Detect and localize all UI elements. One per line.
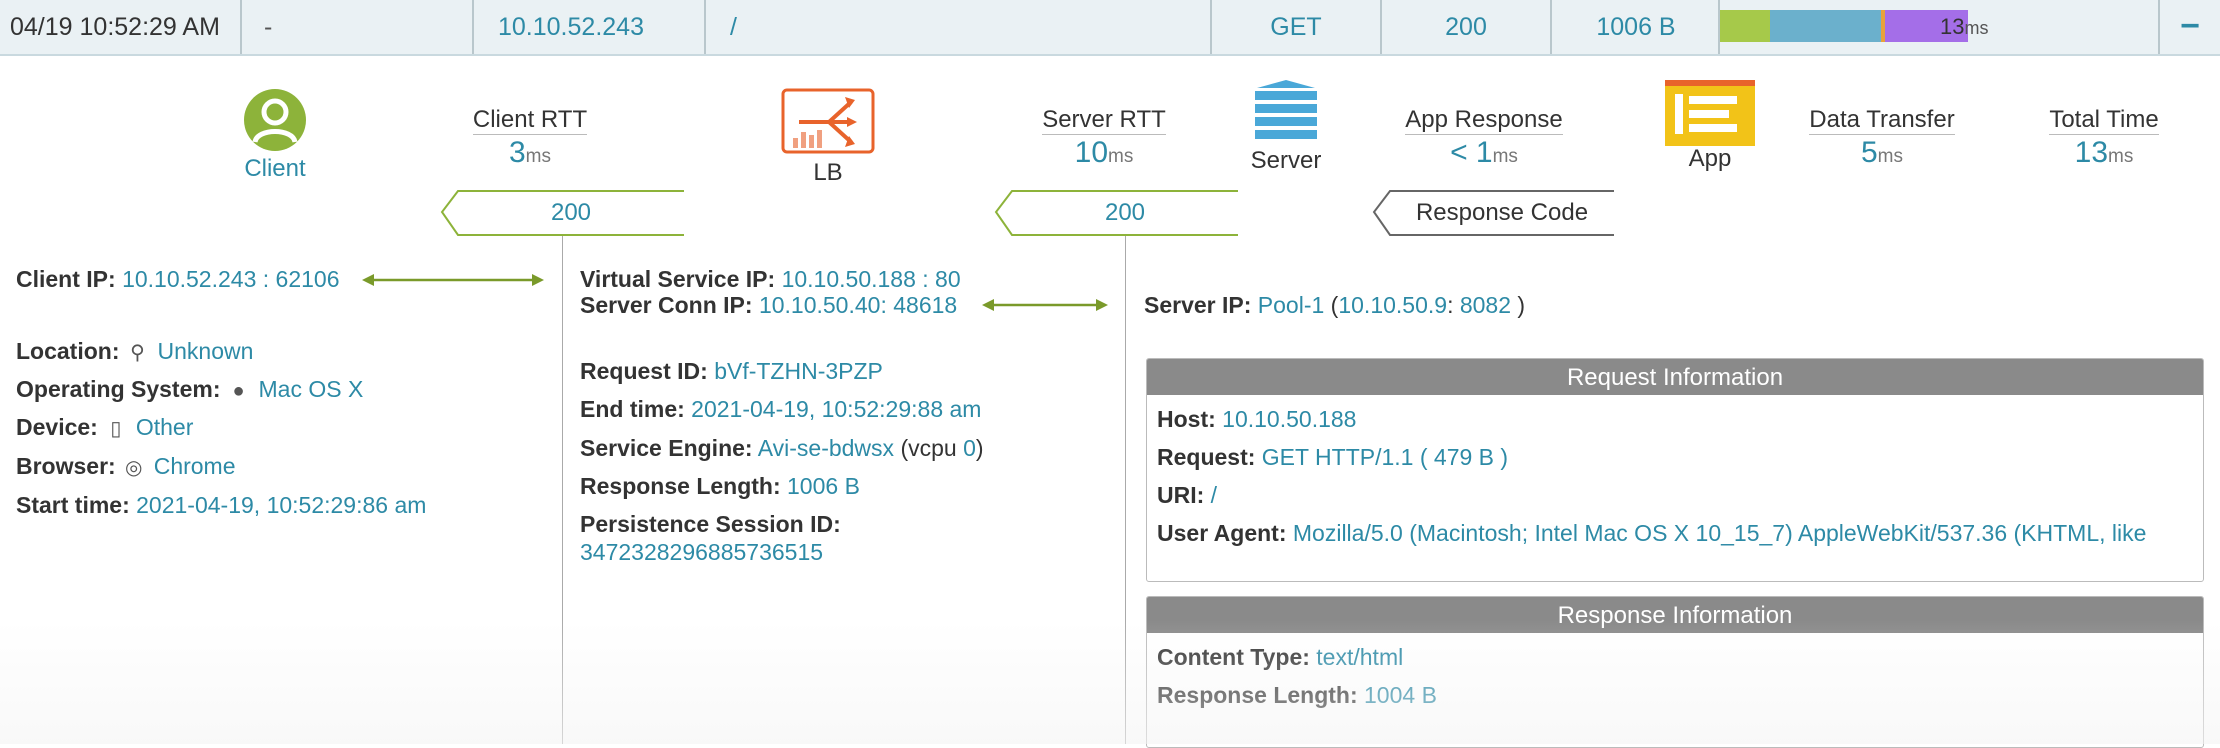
log-summary-row[interactable]: 04/19 10:52:29 AM - 10.10.52.243 / GET 2…: [0, 0, 2220, 56]
client-node: Client: [220, 88, 330, 183]
log-size[interactable]: 1006 B: [1552, 0, 1720, 54]
app-node: App: [1660, 80, 1760, 173]
client-browser-row: Browser: ◎ Chrome: [16, 452, 236, 482]
column-divider: [1125, 236, 1126, 744]
response-length-info-row: Response Length: 1004 B: [1157, 682, 1437, 708]
server-node: Server: [1236, 78, 1336, 175]
server-ip-row: Server IP: Pool-1 (10.10.50.9: 8082 ): [1144, 292, 1526, 318]
total-time-title: Total Time: [2049, 106, 2159, 135]
server-rtt-title: Server RTT: [1042, 106, 1166, 135]
client-response-code: 200: [550, 199, 592, 226]
timing-segment-server-rtt: [1770, 10, 1881, 42]
client-location-row: Location: ⚲ Unknown: [16, 337, 253, 367]
log-uri[interactable]: /: [706, 0, 1210, 54]
log-method[interactable]: GET: [1212, 0, 1380, 54]
total-time-metric: Total Time 13ms: [1994, 106, 2214, 175]
server-label: Server: [1250, 147, 1322, 174]
virtual-service-ip-row: Virtual Service IP: 10.10.50.188 : 80: [580, 266, 961, 292]
server-response-code: 200: [1104, 199, 1146, 226]
log-client-name: -: [264, 13, 273, 41]
app-icon: [1665, 80, 1755, 146]
client-rtt-metric: Client RTT 3ms: [420, 106, 640, 175]
request-information-panel: Request Information Host: 10.10.50.188 R…: [1146, 358, 2204, 582]
client-rtt-title: Client RTT: [472, 106, 588, 135]
column-divider: [562, 236, 563, 744]
chrome-icon: ◎: [124, 457, 143, 479]
log-client-ip[interactable]: 10.10.52.243: [474, 0, 704, 54]
content-type-row: Content Type: text/html: [1157, 644, 1404, 670]
response-code-label: Response Code: [1415, 199, 1589, 226]
client-response-code-tag[interactable]: 200: [438, 190, 684, 236]
response-information-title: Response Information: [1147, 597, 2203, 633]
client-label: Client: [244, 155, 306, 182]
server-response-code-tag[interactable]: 200: [992, 190, 1238, 236]
request-id-row: Request ID: bVf-TZHN-3PZP: [580, 358, 883, 384]
client-icon: [244, 89, 306, 151]
client-connection-arrow: [362, 274, 544, 286]
lb-label: LB: [813, 159, 843, 186]
client-ip-row: Client IP: 10.10.52.243 : 62106: [16, 266, 340, 292]
request-uri-row: URI: /: [1157, 482, 1218, 508]
service-engine-row: Service Engine: Avi-se-bdwsx (vcpu 0): [580, 435, 984, 461]
log-total-time: 13ms: [1940, 14, 1989, 39]
server-rtt-metric: Server RTT 10ms: [994, 106, 1214, 175]
client-rtt-value: 3ms: [508, 136, 551, 169]
request-host-row: Host: 10.10.50.188: [1157, 406, 1357, 432]
client-device-row: Device: ▯ Other: [16, 413, 193, 443]
log-timestamp: 04/19 10:52:29 AM: [10, 13, 220, 41]
timing-bar[interactable]: [1720, 10, 1968, 42]
timing-segment-client-rtt: [1720, 10, 1770, 42]
lb-node: LB: [778, 88, 878, 187]
location-pin-icon: ⚲: [130, 342, 145, 364]
server-conn-ip-row: Server Conn IP: 10.10.50.40: 48618: [580, 292, 958, 318]
data-transfer-title: Data Transfer: [1809, 106, 1955, 135]
server-connection-arrow: [982, 299, 1108, 311]
app-response-value: < 1ms: [1450, 136, 1518, 169]
client-start-time-row: Start time: 2021-04-19, 10:52:29:86 am: [16, 492, 427, 518]
request-user-agent-row: User Agent: Mozilla/5.0 (Macintosh; Inte…: [1157, 520, 2147, 546]
request-line-row: Request: GET HTTP/1.1 ( 479 B ): [1157, 444, 1509, 470]
response-length-row: Response Length: 1006 B: [580, 473, 860, 499]
request-information-title: Request Information: [1147, 359, 2203, 395]
mobile-device-icon: ▯: [110, 418, 122, 440]
response-code-legend: Response Code: [1370, 190, 1614, 236]
service-engine-link[interactable]: Avi-se-bdwsx: [758, 435, 894, 461]
log-status[interactable]: 200: [1382, 0, 1550, 54]
collapse-button[interactable]: −: [2160, 0, 2220, 54]
app-response-metric: App Response < 1ms: [1374, 106, 1594, 175]
end-time-row: End time: 2021-04-19, 10:52:29:88 am: [580, 396, 982, 422]
apple-icon: ●: [232, 380, 245, 402]
persistence-session-row: Persistence Session ID: 34723282968857365…: [580, 511, 841, 565]
data-transfer-metric: Data Transfer 5ms: [1772, 106, 1992, 175]
client-os-row: Operating System: ● Mac OS X: [16, 375, 363, 405]
app-response-title: App Response: [1405, 106, 1563, 135]
data-transfer-value: 5ms: [1860, 136, 1903, 169]
server-icon: [1255, 80, 1317, 139]
pool-link[interactable]: Pool-1: [1258, 292, 1324, 318]
server-rtt-value: 10ms: [1074, 136, 1134, 169]
app-label: App: [1688, 145, 1732, 172]
response-information-panel: Response Information Content Type: text/…: [1146, 596, 2204, 748]
total-time-value: 13ms: [2074, 136, 2134, 169]
load-balancer-icon: [781, 88, 875, 154]
